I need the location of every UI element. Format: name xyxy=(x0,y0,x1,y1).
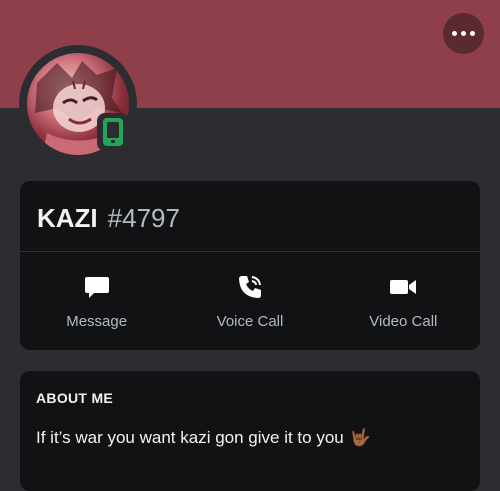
video-call-button[interactable]: Video Call xyxy=(327,273,480,330)
phone-call-icon xyxy=(236,273,264,301)
about-me-title: ABOUT ME xyxy=(36,390,114,406)
divider xyxy=(20,251,480,252)
more-dots-icon xyxy=(452,31,475,36)
voice-call-button[interactable]: Voice Call xyxy=(173,273,326,330)
mobile-status-badge xyxy=(97,113,129,151)
about-me-text: If it’s war you want kazi gon give it to… xyxy=(36,428,371,448)
mobile-phone-icon xyxy=(103,118,123,146)
rock-on-hand-emoji-icon: 🤟🏾 xyxy=(349,428,371,447)
video-call-label: Video Call xyxy=(369,313,438,330)
username: KAZI xyxy=(37,203,98,233)
message-button[interactable]: Message xyxy=(20,273,173,330)
action-row: Message Voice Call Video Call xyxy=(20,273,480,330)
discriminator: #4797 xyxy=(107,203,180,233)
profile-card: KAZI #4797 Message Voice Call Video Call xyxy=(20,181,480,350)
chat-bubble-icon xyxy=(83,273,111,301)
more-options-button[interactable] xyxy=(443,13,484,54)
voice-call-label: Voice Call xyxy=(216,313,284,330)
about-me-card: ABOUT ME If it’s war you want kazi gon g… xyxy=(20,371,480,491)
user-identity: KAZI #4797 xyxy=(37,203,180,234)
message-label: Message xyxy=(66,313,128,330)
about-me-body: If it’s war you want kazi gon give it to… xyxy=(36,428,344,447)
video-camera-icon xyxy=(388,273,418,301)
